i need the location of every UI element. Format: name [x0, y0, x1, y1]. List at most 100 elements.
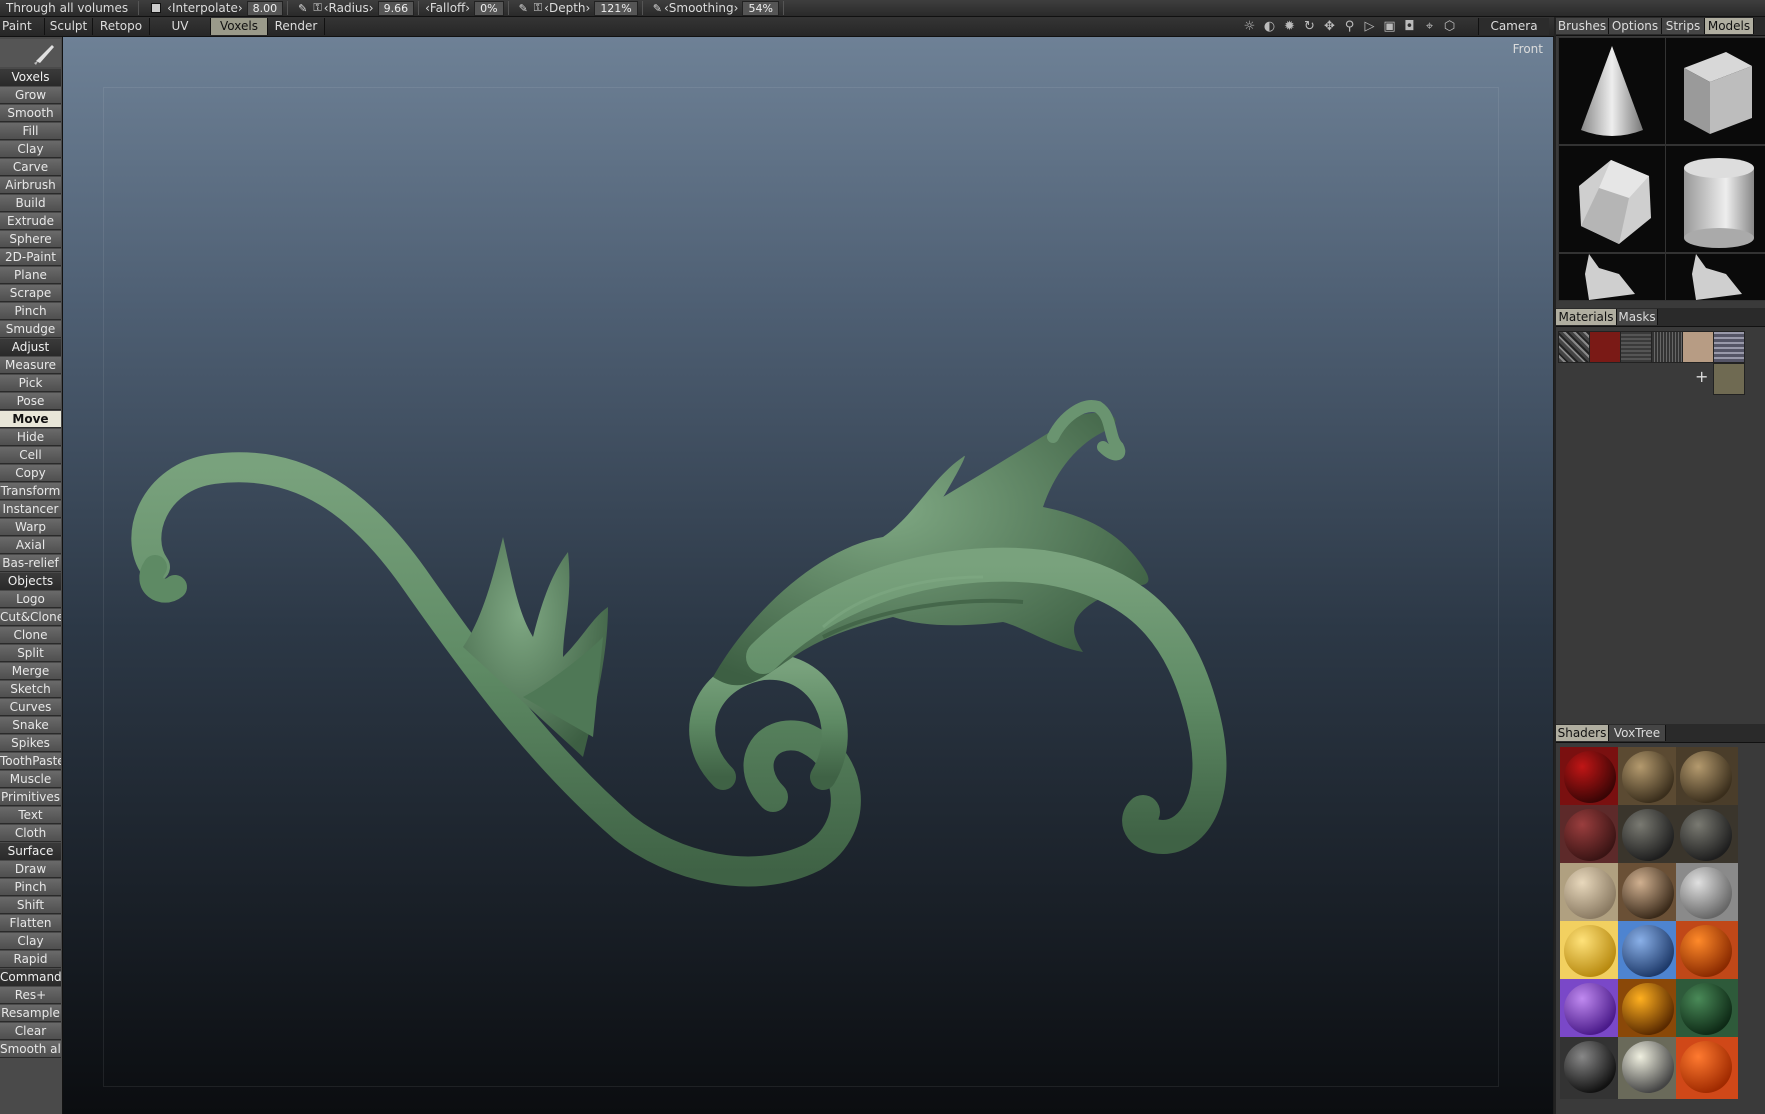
tool-smooth-all[interactable]: Smooth all	[0, 1041, 61, 1058]
tool-move[interactable]: Move	[0, 411, 61, 428]
tool-adjust[interactable]: Adjust	[0, 339, 61, 356]
tool-flatten[interactable]: Flatten	[0, 915, 61, 932]
3d-viewport[interactable]: Front	[63, 37, 1553, 1114]
tool-instancer[interactable]: Instancer	[0, 501, 61, 518]
cylinder-model[interactable]	[1665, 145, 1765, 253]
interpolate-checkbox[interactable]	[151, 3, 162, 13]
radius-value[interactable]: 9.66	[377, 0, 415, 16]
tool-transform[interactable]: Transform	[0, 483, 61, 500]
zoom-icon[interactable]: ⚲	[1342, 19, 1357, 34]
material-swatch[interactable]	[1682, 331, 1714, 363]
tool-copy[interactable]: Copy	[0, 465, 61, 482]
tab-voxels[interactable]: Voxels	[211, 18, 268, 35]
tab-shaders[interactable]: Shaders	[1556, 725, 1609, 741]
rotate-icon[interactable]: ↻	[1302, 19, 1317, 34]
voxel-model-ornament[interactable]	[63, 37, 1553, 1114]
shader-preview[interactable]	[1676, 805, 1738, 867]
sun-icon[interactable]: ✹	[1282, 19, 1297, 34]
frame-icon[interactable]: ◘	[1402, 19, 1417, 34]
tool-plane[interactable]: Plane	[0, 267, 61, 284]
through-all-volumes-label[interactable]: Through all volumes	[0, 1, 134, 15]
tool-curves[interactable]: Curves	[0, 699, 61, 716]
tool-cell[interactable]: Cell	[0, 447, 61, 464]
material-swatch[interactable]	[1558, 331, 1590, 363]
tool-objects[interactable]: Objects	[0, 573, 61, 590]
tool-clear[interactable]: Clear	[0, 1023, 61, 1040]
light-icon[interactable]: ☼	[1242, 19, 1257, 34]
shader-preview[interactable]	[1618, 979, 1680, 1041]
tool-cut-clone[interactable]: Cut&Clone	[0, 609, 61, 626]
cube-model[interactable]	[1665, 37, 1765, 145]
tab-uv[interactable]: UV	[150, 18, 211, 35]
tool-split[interactable]: Split	[0, 645, 61, 662]
radius-label[interactable]: ‹Radius›	[322, 1, 376, 15]
tool-measure[interactable]: Measure	[0, 357, 61, 374]
tool-build[interactable]: Build	[0, 195, 61, 212]
material-swatch[interactable]	[1713, 331, 1745, 363]
shader-preview[interactable]	[1618, 1037, 1680, 1099]
tool-axial[interactable]: Axial	[0, 537, 61, 554]
shader-preview[interactable]	[1618, 747, 1680, 809]
interpolate-value[interactable]: 8.00	[246, 0, 284, 16]
tool-clay[interactable]: Clay	[0, 141, 61, 158]
add-material-icon[interactable]: +	[1695, 367, 1708, 386]
tool-scrape[interactable]: Scrape	[0, 285, 61, 302]
tab-brushes[interactable]: Brushes	[1556, 18, 1609, 34]
tool-carve[interactable]: Carve	[0, 159, 61, 176]
tool-sketch[interactable]: Sketch	[0, 681, 61, 698]
tool-text[interactable]: Text	[0, 807, 61, 824]
tool-pick[interactable]: Pick	[0, 375, 61, 392]
pen-pressure-icon[interactable]: ✎	[513, 2, 528, 15]
tool-cloth[interactable]: Cloth	[0, 825, 61, 842]
tool-primitives[interactable]: Primitives	[0, 789, 61, 806]
target-icon[interactable]: ⌖	[1422, 19, 1437, 34]
material-swatch[interactable]	[1589, 331, 1621, 363]
lock-icon[interactable]: ⚿	[528, 1, 542, 15]
tool-clay[interactable]: Clay	[0, 933, 61, 950]
tool-rapid[interactable]: Rapid	[0, 951, 61, 968]
tool-draw[interactable]: Draw	[0, 861, 61, 878]
shader-preview[interactable]	[1676, 1037, 1738, 1099]
falloff-label[interactable]: ‹Falloff›	[423, 1, 472, 15]
render-mode-icon[interactable]: ▣	[1382, 19, 1397, 34]
tool-pinch[interactable]: Pinch	[0, 303, 61, 320]
tab-masks[interactable]: Masks	[1617, 309, 1658, 325]
depth-label[interactable]: ‹Depth›	[542, 1, 592, 15]
material-swatch[interactable]	[1651, 331, 1683, 363]
tab-models[interactable]: Models	[1705, 18, 1754, 34]
dodecahedron-model[interactable]	[1558, 145, 1666, 253]
tool-bas-relief[interactable]: Bas-relief	[0, 555, 61, 572]
shader-preview[interactable]	[1560, 747, 1622, 809]
tool-merge[interactable]: Merge	[0, 663, 61, 680]
tool-pinch[interactable]: Pinch	[0, 879, 61, 896]
pan-icon[interactable]: ✥	[1322, 19, 1337, 34]
shader-preview[interactable]	[1560, 921, 1622, 983]
smoothing-value[interactable]: 54%	[742, 0, 779, 16]
tool-fill[interactable]: Fill	[0, 123, 61, 140]
tab-options[interactable]: Options	[1609, 18, 1662, 34]
shader-preview[interactable]	[1618, 863, 1680, 925]
lock-icon[interactable]: ⚿	[307, 1, 321, 15]
tool-smudge[interactable]: Smudge	[0, 321, 61, 338]
shader-preview[interactable]	[1676, 863, 1738, 925]
tool-extrude[interactable]: Extrude	[0, 213, 61, 230]
tab-paint[interactable]: Paint	[0, 18, 45, 35]
tool-hide[interactable]: Hide	[0, 429, 61, 446]
tool-clone[interactable]: Clone	[0, 627, 61, 644]
shader-preview[interactable]	[1560, 979, 1622, 1041]
tab-voxtree[interactable]: VoxTree	[1609, 725, 1666, 741]
tool-res[interactable]: Res+	[0, 987, 61, 1004]
brush-icon[interactable]	[0, 39, 61, 67]
material-swatch[interactable]	[1620, 331, 1652, 363]
pen-pressure-icon[interactable]: ✎	[292, 2, 307, 15]
tab-render[interactable]: Render	[268, 18, 325, 35]
tool-resample[interactable]: Resample	[0, 1005, 61, 1022]
shader-preview[interactable]	[1676, 747, 1738, 809]
tool-spikes[interactable]: Spikes	[0, 735, 61, 752]
tab-retopo[interactable]: Retopo	[93, 18, 150, 35]
tool-snake[interactable]: Snake	[0, 717, 61, 734]
tool-muscle[interactable]: Muscle	[0, 771, 61, 788]
tab-sculpt[interactable]: Sculpt	[45, 18, 93, 35]
tool-pose[interactable]: Pose	[0, 393, 61, 410]
smoothing-label[interactable]: ‹Smoothing›	[662, 1, 740, 15]
